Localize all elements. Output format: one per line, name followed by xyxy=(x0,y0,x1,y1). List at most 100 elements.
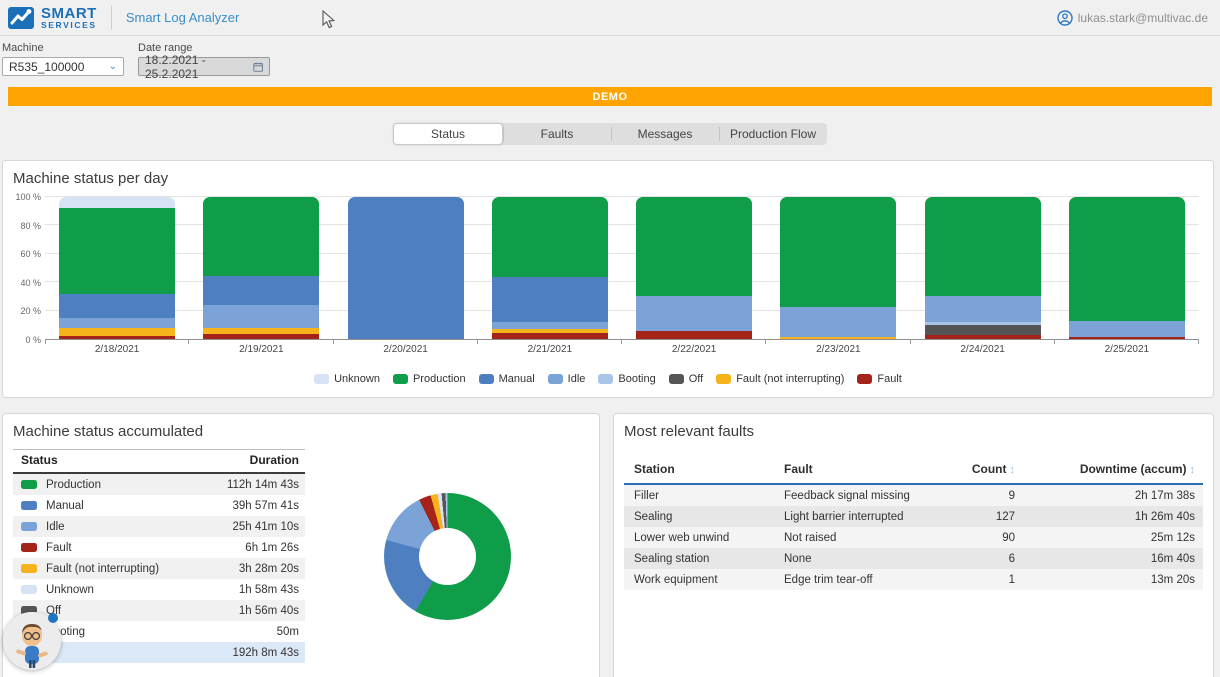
tab-production-flow[interactable]: Production Flow xyxy=(719,123,827,145)
legend-label: Off xyxy=(689,373,703,385)
legend-item-off[interactable]: Off xyxy=(669,373,703,385)
faults-table: Station Fault Count↕ Downtime (accum)↕ F… xyxy=(624,462,1203,590)
stacked-bar-2-20-2021 xyxy=(348,197,464,339)
legend-swatch xyxy=(857,374,872,384)
donut-wrap xyxy=(305,449,589,663)
table-row: Fault (not interrupting)3h 28m 20s xyxy=(13,558,305,579)
legend-item-fault-not-interrupting-[interactable]: Fault (not interrupting) xyxy=(716,373,844,385)
accumulated-table-header: Status Duration xyxy=(13,449,305,474)
legend-swatch xyxy=(716,374,731,384)
fault-cell: Not raised xyxy=(784,532,910,544)
bar-segment-idle xyxy=(636,296,752,331)
bar-segment-idle xyxy=(925,296,1041,322)
bar-segment-fault xyxy=(59,336,175,339)
legend-item-production[interactable]: Production xyxy=(393,373,466,385)
tab-messages[interactable]: Messages xyxy=(611,123,719,145)
legend-item-unknown[interactable]: Unknown xyxy=(314,373,380,385)
count-cell: 127 xyxy=(910,511,1015,523)
stacked-bar-2-18-2021 xyxy=(59,197,175,339)
legend-swatch xyxy=(479,374,494,384)
status-label: Manual xyxy=(46,500,84,512)
bar-cell xyxy=(766,197,910,339)
column-header-downtime[interactable]: Downtime (accum)↕ xyxy=(1015,462,1195,476)
table-row: SealingLight barrier interrupted1271h 26… xyxy=(624,506,1203,527)
bar-segment-idle xyxy=(203,305,319,328)
legend-item-manual[interactable]: Manual xyxy=(479,373,535,385)
bar-segment-production xyxy=(780,197,896,307)
tab-status[interactable]: Status xyxy=(393,123,503,145)
chart-legend: Unknown Production Manual Idle Booting Off Fau… xyxy=(13,373,1203,385)
downtime-cell: 16m 40s xyxy=(1015,553,1195,565)
x-axis-label: 2/19/2021 xyxy=(189,344,333,355)
y-axis-label: 60 % xyxy=(20,249,41,259)
most-relevant-faults-panel: Most relevant faults Station Fault Count… xyxy=(613,413,1214,677)
date-range-field[interactable]: 18.2.2021 - 25.2.2021 xyxy=(138,57,270,76)
bar-segment-fault xyxy=(925,335,1041,339)
stacked-bar-2-21-2021 xyxy=(492,197,608,339)
calendar-icon xyxy=(253,61,263,73)
legend-label: Production xyxy=(413,373,466,385)
bar-cell xyxy=(45,197,189,339)
date-range-value: 18.2.2021 - 25.2.2021 xyxy=(145,53,246,81)
bar-cell xyxy=(189,197,333,339)
y-axis-label: 20 % xyxy=(20,306,41,316)
bar-segment-production xyxy=(925,197,1041,296)
brand-line1: SMART xyxy=(41,6,97,21)
demo-banner: DEMO xyxy=(8,87,1212,106)
stacked-bar-2-25-2021 xyxy=(1069,197,1185,339)
column-header-count[interactable]: Count↕ xyxy=(910,462,1015,476)
brand-line2: SERVICES xyxy=(41,21,97,30)
station-cell: Lower web unwind xyxy=(634,532,784,544)
app-title: Smart Log Analyzer xyxy=(126,10,239,25)
table-row: Idle25h 41m 10s xyxy=(13,516,305,537)
legend-item-booting[interactable]: Booting xyxy=(598,373,655,385)
tab-faults[interactable]: Faults xyxy=(503,123,611,145)
legend-label: Fault (not interrupting) xyxy=(736,373,844,385)
station-cell: Work equipment xyxy=(634,574,784,586)
bar-segment-manual xyxy=(59,294,175,317)
stacked-bar-2-23-2021 xyxy=(780,197,896,339)
legend-swatch xyxy=(393,374,408,384)
fault-cell: Feedback signal missing xyxy=(784,490,910,502)
brand-logo: SMART SERVICES xyxy=(8,6,97,30)
legend-item-idle[interactable]: Idle xyxy=(548,373,586,385)
status-swatch xyxy=(21,501,37,510)
stacked-bar-2-22-2021 xyxy=(636,197,752,339)
legend-swatch xyxy=(548,374,563,384)
bar-segment-manual xyxy=(348,197,464,339)
machine-select[interactable]: R535_100000 ⌄ xyxy=(2,57,124,76)
column-header-duration: Duration xyxy=(187,453,299,467)
faults-table-header: Station Fault Count↕ Downtime (accum)↕ xyxy=(624,462,1203,485)
assistant-avatar-widget[interactable] xyxy=(3,612,61,670)
table-row: FillerFeedback signal missing92h 17m 38s xyxy=(624,485,1203,506)
user-account-chip[interactable]: lukas.stark@multivac.de xyxy=(1057,10,1208,26)
downtime-cell: 13m 20s xyxy=(1015,574,1195,586)
total-duration: 192h 8m 43s xyxy=(187,647,299,659)
table-row: Production112h 14m 43s xyxy=(13,474,305,495)
status-cell: Fault xyxy=(21,542,187,554)
legend-swatch xyxy=(669,374,684,384)
duration-value: 1h 56m 40s xyxy=(187,605,299,617)
bar-segment-idle xyxy=(780,307,896,337)
faults-table-body: FillerFeedback signal missing92h 17m 38s… xyxy=(624,485,1203,590)
chart-panel-title: Machine status per day xyxy=(13,170,1203,187)
bar-segment-production xyxy=(492,197,608,277)
status-swatch xyxy=(21,564,37,573)
legend-label: Idle xyxy=(568,373,586,385)
status-cell: Manual xyxy=(21,500,187,512)
status-donut-chart xyxy=(384,493,511,620)
smart-services-logo-icon xyxy=(8,6,35,30)
x-axis-label: 2/20/2021 xyxy=(334,344,478,355)
status-swatch xyxy=(21,522,37,531)
column-header-fault: Fault xyxy=(784,462,910,476)
bar-segment-manual xyxy=(492,277,608,322)
legend-item-fault[interactable]: Fault xyxy=(857,373,901,385)
count-cell: 6 xyxy=(910,553,1015,565)
table-row: Fault6h 1m 26s xyxy=(13,537,305,558)
status-cell: Idle xyxy=(21,521,187,533)
brand-text: SMART SERVICES xyxy=(41,6,97,30)
count-cell: 9 xyxy=(910,490,1015,502)
bar-segment-idle xyxy=(492,322,608,329)
bar-segment-off xyxy=(925,325,1041,335)
column-header-status: Status xyxy=(21,453,187,467)
